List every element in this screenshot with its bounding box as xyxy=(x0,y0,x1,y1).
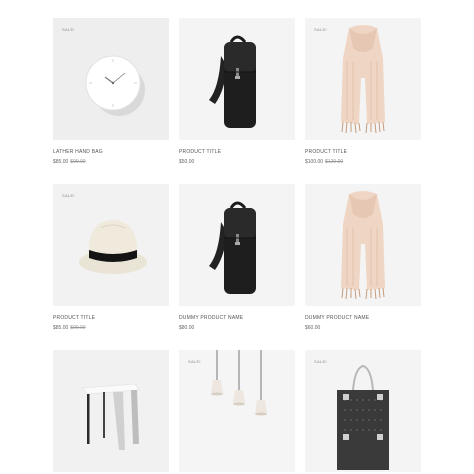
price: $85.00 xyxy=(53,325,69,331)
product-card[interactable]: SALE! xyxy=(179,350,295,472)
product-image-backpack[interactable] xyxy=(179,184,295,306)
tote-bag-icon xyxy=(305,350,421,472)
sale-badge: SALE! xyxy=(188,359,201,364)
price: $50.00 xyxy=(179,159,195,165)
price-row: $100.00 $120.00 xyxy=(305,159,421,165)
price: $80.00 xyxy=(179,325,195,331)
product-image-stool[interactable] xyxy=(53,350,169,472)
product-card[interactable]: DUMMY PRODUCT NAME $60.00 xyxy=(305,184,421,331)
product-title[interactable]: DUMMY PRODUCT NAME xyxy=(305,315,421,321)
sale-badge: SALE! xyxy=(314,359,327,364)
product-title[interactable]: PRODUCT TITLE xyxy=(53,315,169,321)
wall-clock-icon xyxy=(53,18,169,140)
price-row: $85.00 $99.00 xyxy=(53,325,169,331)
product-image-scarf[interactable]: SALE! xyxy=(305,18,421,140)
price-row: $50.00 xyxy=(179,159,295,165)
product-image-wall-clock[interactable]: SALE! xyxy=(53,18,169,140)
hat-icon xyxy=(53,184,169,306)
backpack-icon xyxy=(179,18,295,140)
product-card[interactable]: DUMMY PRODUCT NAME $80.00 xyxy=(179,184,295,331)
scarf-icon xyxy=(305,18,421,140)
price-row: $60.00 xyxy=(305,325,421,331)
pendant-lamps-icon xyxy=(179,350,295,472)
product-image-hat[interactable]: SALE! xyxy=(53,184,169,306)
sale-badge: SALE! xyxy=(62,27,75,32)
sale-badge: SALE! xyxy=(62,193,75,198)
product-title[interactable]: DUMMY PRODUCT NAME xyxy=(179,315,295,321)
price: $100.00 xyxy=(305,159,324,165)
scarf-icon xyxy=(305,184,421,306)
product-card[interactable]: SALE! PRODUCT TITLE $100.00 $120.00 xyxy=(305,18,421,165)
product-card[interactable]: PRODUCT TITLE $50.00 xyxy=(179,18,295,165)
price: $60.00 xyxy=(305,325,321,331)
sale-badge: SALE! xyxy=(314,27,327,32)
backpack-icon xyxy=(179,184,295,306)
product-title[interactable]: PRODUCT TITLE xyxy=(179,149,295,155)
product-image-tote[interactable]: SALE! xyxy=(305,350,421,472)
price: $85.00 xyxy=(53,159,69,165)
old-price: $99.00 xyxy=(70,159,86,165)
product-card[interactable]: SALE! LATHER HAND BAG $85.00 $99.00 xyxy=(53,18,169,165)
product-card[interactable]: SALE! xyxy=(305,350,421,472)
product-title[interactable]: PRODUCT TITLE xyxy=(305,149,421,155)
old-price: $99.00 xyxy=(70,325,86,331)
old-price: $120.00 xyxy=(325,159,344,165)
product-card[interactable]: SALE! PRODUCT TITLE $85.00 $99.00 xyxy=(53,184,169,331)
product-image-backpack[interactable] xyxy=(179,18,295,140)
price-row: $80.00 xyxy=(179,325,295,331)
stool-icon xyxy=(53,350,169,472)
product-card[interactable] xyxy=(53,350,169,472)
product-image-lamps[interactable]: SALE! xyxy=(179,350,295,472)
product-grid: SALE! LATHER HAND BAG $85.00 $99.00 PRODU… xyxy=(0,0,474,474)
product-image-scarf[interactable] xyxy=(305,184,421,306)
price-row: $85.00 $99.00 xyxy=(53,159,169,165)
product-title[interactable]: LATHER HAND BAG xyxy=(53,149,169,155)
